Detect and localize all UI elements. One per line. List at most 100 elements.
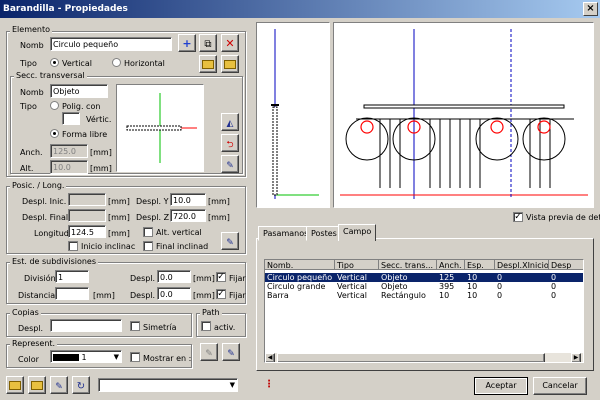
front-large-circles — [345, 117, 566, 161]
secc-nomb-label: Nomb — [20, 88, 44, 97]
chevron-down-icon: ▼ — [229, 381, 235, 389]
cell-secc: Objeto — [381, 282, 408, 291]
subdiv-despl2-label: Despl. — [130, 291, 156, 300]
copias-despl-label: Despl. — [18, 324, 44, 333]
open-folder-button[interactable] — [199, 55, 217, 73]
fijar1-checkbox[interactable]: ✓ — [216, 272, 226, 282]
aceptar-button[interactable]: Aceptar — [474, 377, 528, 395]
table-row[interactable]: Circulo pequeño Vertical Objeto 125 10 0… — [265, 273, 583, 282]
alt-vertical-checkbox[interactable] — [143, 227, 153, 237]
mirror-button[interactable]: ◭ — [221, 113, 239, 131]
alt-label: Alt. — [20, 164, 34, 173]
col-header-esp[interactable]: Esp. — [465, 260, 495, 270]
delete-element-button[interactable]: ✕ — [221, 34, 239, 52]
longitud-label: Longitud — [34, 229, 69, 238]
close-button[interactable]: × — [583, 2, 598, 16]
eyedropper-icon: ✎ — [227, 349, 235, 359]
tipo-horizontal-radio[interactable] — [112, 58, 121, 67]
longitud-unit: [mm] — [108, 229, 130, 238]
pick-position-button[interactable]: ✎ — [221, 232, 239, 250]
despl-y-input[interactable]: 10.0 — [170, 193, 206, 206]
table-row[interactable]: Circulo grande Vertical Objeto 395 10 0 … — [265, 282, 583, 291]
forma-libre-radio[interactable] — [50, 129, 59, 138]
path-pick-button[interactable]: ✎ — [200, 343, 218, 361]
table-scrollbar[interactable]: ◀ ▶ — [265, 352, 583, 362]
col-header-tipo[interactable]: Tipo — [335, 260, 379, 270]
division-input[interactable]: 1 — [55, 270, 89, 283]
col-header-nomb[interactable]: Nomb. — [265, 260, 335, 270]
final-inclinad-checkbox[interactable] — [143, 241, 153, 251]
simetria-checkbox[interactable] — [130, 321, 140, 331]
subdiv-despl1-unit: [mm] — [193, 274, 215, 283]
division-label: División — [24, 274, 56, 283]
table-row[interactable]: Barra Vertical Rectángulo 10 10 0 0 — [265, 291, 583, 300]
scroll-left-button[interactable]: ◀ — [265, 353, 275, 362]
tipo-vertical-radio[interactable] — [50, 58, 59, 67]
subdiv-despl2-input[interactable]: 0.0 — [157, 287, 191, 300]
despl-inic-input[interactable] — [68, 193, 106, 206]
tab-postes[interactable]: Postes — [306, 226, 342, 241]
mostrar-checkbox[interactable] — [130, 352, 140, 362]
window-title: Barandilla - Propiedades — [3, 4, 128, 14]
fijar2-checkbox[interactable]: ✓ — [216, 289, 226, 299]
more-options-icon[interactable]: ⋮ — [264, 378, 274, 392]
longitud-input[interactable]: 124.5 — [68, 225, 106, 238]
subdiv-despl1-input[interactable]: 0.0 — [157, 270, 191, 283]
cancelar-button[interactable]: Cancelar — [533, 377, 587, 395]
pick-section-button[interactable]: ✎ — [221, 155, 239, 173]
despl-z-input[interactable]: 720.0 — [170, 209, 206, 222]
polig-label: Polig. con — [62, 102, 101, 111]
inicio-inclinac-checkbox[interactable] — [68, 241, 78, 251]
eyedropper-icon: ✎ — [55, 382, 63, 392]
pick-all-button[interactable]: ✎ — [50, 376, 68, 394]
color-swatch — [53, 354, 79, 361]
pick-represent-button[interactable]: ✎ — [222, 343, 240, 361]
refresh-button[interactable]: ↻ — [72, 376, 90, 394]
save-file-button[interactable] — [28, 376, 46, 394]
anch-input[interactable]: 125.0 — [50, 144, 88, 158]
scroll-right-button[interactable]: ▶ — [571, 353, 581, 362]
despl-final-input[interactable] — [68, 209, 106, 222]
open-file-button[interactable] — [6, 376, 24, 394]
cell-desp: 0 — [551, 291, 557, 300]
copias-despl-input[interactable] — [50, 319, 122, 332]
cell-desp: 0 — [549, 273, 583, 282]
chevron-down-icon: ▼ — [113, 353, 119, 361]
col-header-despl-xinicio[interactable]: Despl.XInicio — [495, 260, 549, 270]
fijar2-label: Fijar — [229, 291, 246, 300]
polig-radio[interactable] — [50, 101, 59, 110]
preset-select[interactable]: ▼ — [98, 378, 238, 392]
vertices-input[interactable] — [62, 112, 80, 125]
tipo-horizontal-label: Horizontal — [124, 59, 165, 68]
rotate-button[interactable]: ⮌ — [221, 134, 239, 152]
table-header: Nomb. Tipo Secc. trans... Anch. Esp. Des… — [265, 260, 583, 271]
save-folder-button[interactable] — [221, 55, 239, 73]
distancia-input[interactable] — [55, 287, 89, 300]
section-preview-axes — [126, 93, 197, 163]
path-activ-checkbox[interactable] — [201, 321, 211, 331]
copy-element-button[interactable]: ⧉ — [199, 34, 217, 52]
tab-campo[interactable]: Campo — [338, 224, 377, 241]
distancia-unit: [mm] — [93, 291, 115, 300]
path-icon: ✎ — [205, 349, 213, 359]
fijar1-label: Fijar — [229, 274, 246, 283]
col-header-secc[interactable]: Secc. trans... — [379, 260, 437, 270]
path-legend: Path — [200, 308, 222, 317]
col-header-desp[interactable]: Desp — [549, 260, 583, 270]
refresh-icon: ↻ — [76, 381, 86, 392]
vista-previa-checkbox[interactable]: ✓ — [513, 212, 523, 222]
elemento-name-input[interactable]: Circulo pequeño — [50, 37, 172, 51]
despl-inic-label: Despl. Inic. — [22, 197, 67, 206]
copias-legend: Copias — [10, 308, 41, 317]
alt-input[interactable]: 10.0 — [50, 160, 88, 174]
section-shape — [126, 125, 182, 131]
scroll-thumb[interactable] — [277, 353, 545, 362]
col-header-anch[interactable]: Anch. — [437, 260, 465, 270]
copy-icon: ⧉ — [204, 39, 212, 50]
elemento-nomb-label: Nomb — [20, 41, 44, 50]
secc-name-input[interactable]: Objeto — [50, 84, 108, 98]
color-select[interactable]: 1 ▼ — [50, 350, 122, 363]
folder-icon — [202, 60, 214, 69]
tab-pasamanos[interactable]: Pasamanos — [258, 226, 314, 241]
add-element-button[interactable]: + — [178, 34, 196, 52]
